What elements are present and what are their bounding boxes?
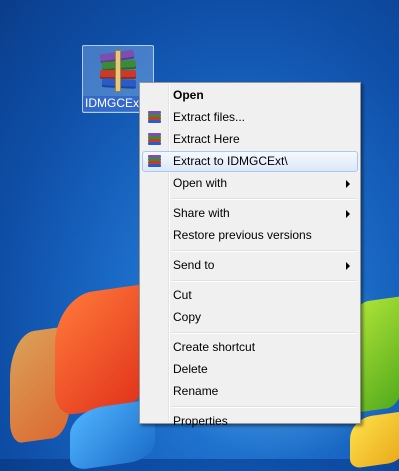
menu-item-label: Share with (173, 206, 230, 220)
winrar-icon (148, 111, 161, 124)
menu-separator (171, 332, 357, 334)
menu-item-copy[interactable]: Copy (142, 307, 358, 328)
menu-item-delete[interactable]: Delete (142, 359, 358, 380)
menu-item-extract-here[interactable]: Extract Here (142, 129, 358, 150)
menu-item-label: Delete (173, 362, 208, 376)
context-menu: Open Extract files... Extract Here Extra… (139, 82, 361, 428)
menu-separator (171, 406, 357, 408)
menu-separator (171, 280, 357, 282)
menu-item-properties[interactable]: Properties (142, 411, 358, 432)
menu-item-label: Cut (173, 288, 192, 302)
winrar-icon (148, 133, 161, 146)
menu-item-label: Send to (173, 258, 215, 272)
winrar-icon (148, 155, 161, 168)
desktop-icon-label[interactable]: IDMGCExt (83, 96, 145, 111)
menu-item-label: Open (173, 88, 204, 102)
submenu-arrow-icon (346, 210, 350, 218)
windows-flag-red-shape (55, 283, 150, 417)
menu-item-label: Extract to IDMGCExt\ (173, 154, 288, 168)
menu-item-send-to[interactable]: Send to (142, 255, 358, 276)
menu-item-label: Rename (173, 384, 219, 398)
menu-item-open[interactable]: Open (142, 85, 358, 106)
menu-item-cut[interactable]: Cut (142, 285, 358, 306)
menu-item-restore-previous-versions[interactable]: Restore previous versions (142, 225, 358, 246)
menu-item-open-with[interactable]: Open with (142, 173, 358, 194)
menu-separator (171, 198, 357, 200)
menu-item-label: Properties (173, 414, 228, 428)
submenu-arrow-icon (346, 180, 350, 188)
menu-item-label: Extract Here (173, 132, 240, 146)
submenu-arrow-icon (346, 262, 350, 270)
menu-item-label: Extract files... (173, 110, 246, 124)
menu-item-extract-to-folder[interactable]: Extract to IDMGCExt\ (142, 151, 358, 172)
menu-item-create-shortcut[interactable]: Create shortcut (142, 337, 358, 358)
menu-item-label: Copy (173, 310, 202, 324)
menu-item-share-with[interactable]: Share with (142, 203, 358, 224)
winrar-archive-icon (96, 49, 140, 94)
menu-separator (171, 250, 357, 252)
menu-item-extract-files[interactable]: Extract files... (142, 107, 358, 128)
menu-item-label: Create shortcut (173, 340, 256, 354)
menu-item-rename[interactable]: Rename (142, 381, 358, 402)
menu-item-label: Restore previous versions (173, 228, 312, 242)
menu-item-label: Open with (173, 176, 228, 190)
